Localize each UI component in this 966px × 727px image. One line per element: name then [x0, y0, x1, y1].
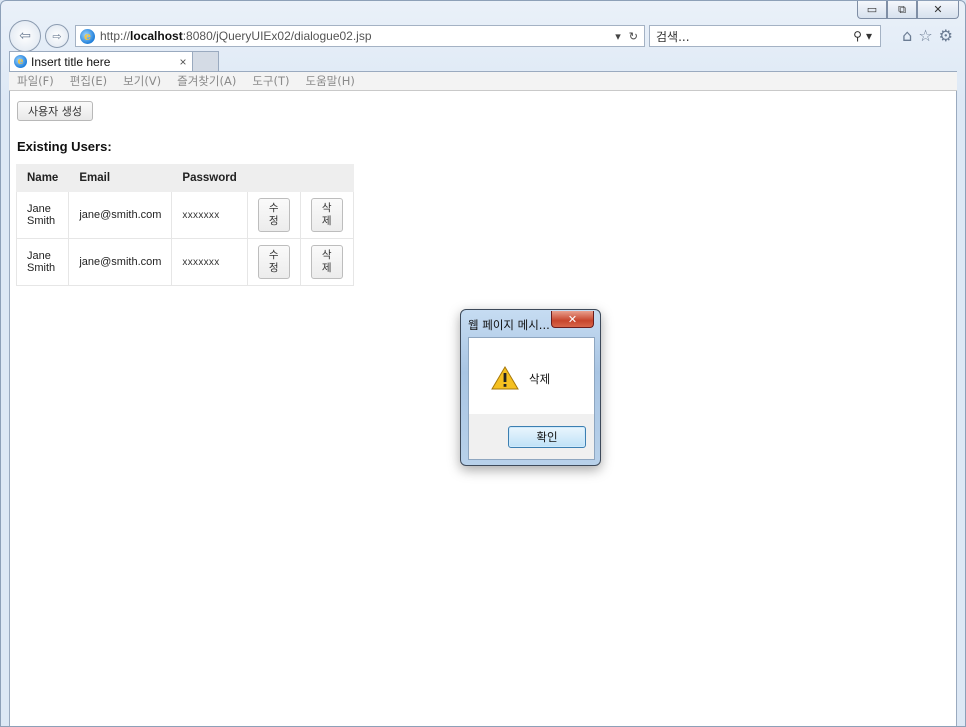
star-icon[interactable]: ☆: [918, 26, 932, 45]
gear-icon[interactable]: ⚙: [939, 26, 953, 45]
delete-button[interactable]: 삭제: [310, 198, 343, 232]
arrow-right-icon: ⇨: [52, 29, 62, 43]
minimize-icon: ▭: [866, 3, 878, 16]
cell-name: Jane Smith: [15, 238, 70, 286]
warning-icon: [491, 366, 519, 390]
cell-password: xxxxxxx: [171, 238, 248, 286]
cell-edit: 수정: [246, 191, 301, 239]
new-tab-button[interactable]: [193, 51, 219, 71]
navigation-bar: ⇦ ⇨ e http://localhost:8080/jQueryUIEx02…: [9, 20, 957, 52]
tab-title: Insert title here: [31, 54, 111, 69]
name-last: Smith: [27, 215, 56, 227]
close-window-button[interactable]: ✕: [917, 1, 959, 19]
menu-favorites[interactable]: 즐겨찾기(A): [177, 73, 236, 89]
address-bar[interactable]: e http://localhost:8080/jQueryUIEx02/dia…: [75, 25, 645, 47]
table-row: Jane Smith jane@smith.com xxxxxxx 수정 삭제: [15, 238, 354, 286]
dialog-title: 웹 페이지 메시...: [468, 318, 550, 332]
dialog-message-area: 삭제: [469, 338, 594, 414]
browser-window: ▭ ⧉ ✕ ⇦ ⇨ e http://localhost:8080/jQuery…: [0, 0, 966, 727]
cell-email: jane@smith.com: [68, 191, 173, 239]
forward-button[interactable]: ⇨: [45, 24, 69, 48]
menu-help[interactable]: 도움말(H): [306, 73, 355, 89]
header-password: Password: [171, 164, 248, 192]
delete-label-1: 삭: [321, 201, 332, 214]
home-icon[interactable]: ⌂: [902, 26, 912, 45]
restore-icon: ⧉: [898, 2, 906, 16]
dialog-close-button[interactable]: ✕: [551, 311, 594, 328]
refresh-icon[interactable]: ↻: [629, 30, 638, 43]
header-delete: [299, 164, 354, 192]
maximize-button[interactable]: ⧉: [887, 1, 917, 19]
search-box[interactable]: 검색... ⚲ ▾: [649, 25, 881, 47]
search-input[interactable]: 검색...: [656, 28, 853, 45]
menu-tools[interactable]: 도구(T): [252, 73, 289, 89]
cell-email: jane@smith.com: [68, 238, 173, 286]
page-heading: Existing Users:: [17, 139, 112, 154]
edit-label-1: 수: [268, 248, 279, 261]
cell-name: Jane Smith: [15, 191, 70, 239]
edit-label-2: 정: [268, 215, 279, 227]
header-name: Name: [15, 164, 70, 192]
users-table: Name Email Password Jane Smith jane@smit…: [15, 164, 354, 286]
minimize-button[interactable]: ▭: [857, 1, 887, 19]
delete-label-2: 제: [321, 262, 332, 274]
table-header-row: Name Email Password: [15, 164, 354, 192]
delete-label-2: 제: [321, 215, 332, 227]
search-icon[interactable]: ⚲: [853, 29, 862, 43]
menu-file[interactable]: 파일(F): [17, 73, 54, 89]
edit-label-1: 수: [268, 201, 279, 214]
close-icon: ✕: [933, 3, 943, 16]
cell-delete: 삭제: [299, 238, 354, 286]
close-icon: ✕: [567, 312, 578, 326]
header-edit: [246, 164, 301, 192]
header-email: Email: [68, 164, 173, 192]
cell-password: xxxxxxx: [171, 191, 248, 239]
menu-edit[interactable]: 편집(E): [70, 73, 107, 89]
menu-bar: 파일(F) 편집(E) 보기(V) 즐겨찾기(A) 도구(T) 도움말(H): [9, 71, 957, 91]
menu-view[interactable]: 보기(V): [123, 73, 161, 89]
window-caption-buttons: ▭ ⧉ ✕: [857, 1, 959, 19]
cell-delete: 삭제: [299, 191, 354, 239]
delete-label-1: 삭: [321, 248, 332, 261]
dialog-message: 삭제: [529, 372, 551, 386]
delete-button[interactable]: 삭제: [310, 245, 343, 279]
table-row: Jane Smith jane@smith.com xxxxxxx 수정 삭제: [15, 191, 354, 239]
tab-row: e Insert title here ×: [9, 51, 957, 71]
edit-button[interactable]: 수정: [257, 245, 290, 279]
arrow-left-icon: ⇦: [19, 28, 31, 44]
message-dialog: 웹 페이지 메시... ✕ 삭제 확인: [460, 309, 601, 466]
back-button[interactable]: ⇦: [9, 20, 41, 52]
edit-button[interactable]: 수정: [257, 198, 290, 232]
tab-active[interactable]: e Insert title here ×: [9, 51, 193, 71]
ie-tab-icon: e: [14, 55, 27, 68]
name-first: Jane: [27, 203, 51, 215]
toolbar-right: ⌂ ☆ ⚙: [902, 26, 953, 45]
edit-label-2: 정: [268, 262, 279, 274]
chevron-down-icon[interactable]: ▾: [615, 30, 621, 43]
name-last: Smith: [27, 262, 56, 274]
search-dropdown-icon[interactable]: ▾: [866, 29, 872, 43]
tab-close-icon[interactable]: ×: [174, 55, 192, 69]
address-url[interactable]: http://localhost:8080/jQueryUIEx02/dialo…: [100, 29, 615, 43]
dialog-body: 삭제 확인: [468, 337, 595, 460]
ok-button[interactable]: 확인: [508, 426, 586, 448]
cell-edit: 수정: [246, 238, 301, 286]
name-first: Jane: [27, 250, 51, 262]
create-user-button[interactable]: 사용자 생성: [17, 101, 93, 121]
ie-page-icon: e: [80, 28, 95, 44]
